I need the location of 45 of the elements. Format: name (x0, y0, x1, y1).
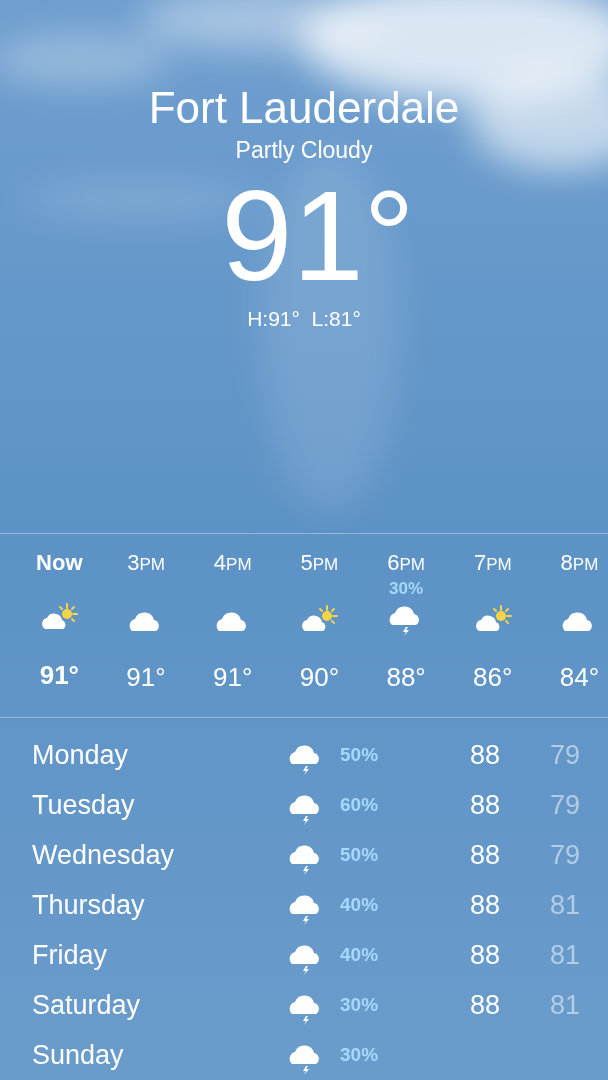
day-name: Saturday (32, 989, 141, 1020)
day-name: Sunday (32, 1039, 124, 1070)
low-temperature: 81 (549, 989, 580, 1020)
precipitation-chance: 30% (389, 578, 424, 598)
low-temperature: 79 (549, 739, 580, 770)
high-temperature: 88 (469, 789, 500, 820)
hour-label: Now (36, 549, 83, 576)
day-name: Monday (32, 739, 129, 770)
hour-label: 6PM (387, 549, 425, 577)
hour-temperature: 88° (386, 661, 426, 692)
day-name: Tuesday (32, 789, 135, 820)
low-temperature: 79 (549, 839, 580, 870)
hour-temperature: 91° (39, 659, 79, 690)
hour-label: 4PM (213, 549, 252, 577)
low-temperature: 81 (549, 939, 580, 970)
city-name: Fort Lauderdale (148, 82, 460, 134)
precipitation-chance: 40% (340, 894, 379, 915)
high-temperature: 88 (469, 889, 500, 920)
day-name: Thursday (32, 889, 145, 920)
precipitation-chance: 40% (340, 944, 379, 965)
low-temperature: 81 (549, 889, 580, 920)
high-temperature: 88 (469, 939, 500, 970)
high-low-temperature: H:91° L:81° (247, 306, 361, 332)
hour-temperature: 91° (126, 661, 166, 692)
hour-label: 3PM (127, 549, 165, 577)
weather-condition: Partly Cloudy (235, 136, 373, 164)
hour-label: 7PM (473, 549, 512, 577)
precipitation-chance: 30% (340, 994, 379, 1015)
high-temperature: 88 (469, 739, 500, 770)
precipitation-chance: 60% (340, 794, 379, 815)
hour-label: 8PM (560, 549, 599, 577)
precipitation-chance: 50% (340, 744, 379, 765)
high-temperature: 88 (469, 989, 500, 1020)
hour-temperature: 90° (299, 661, 340, 692)
low-temperature: 79 (549, 789, 580, 820)
precipitation-chance: 50% (340, 844, 379, 865)
hour-temperature: 84° (559, 661, 600, 692)
day-name: Wednesday (32, 839, 175, 870)
precipitation-chance: 30% (340, 1044, 379, 1065)
hour-temperature: 91° (213, 661, 253, 692)
day-name: Friday (32, 939, 107, 970)
hour-label: 5PM (300, 549, 339, 577)
current-temperature: 91° (220, 166, 415, 306)
hour-temperature: 86° (473, 661, 513, 692)
high-temperature: 88 (469, 839, 500, 870)
